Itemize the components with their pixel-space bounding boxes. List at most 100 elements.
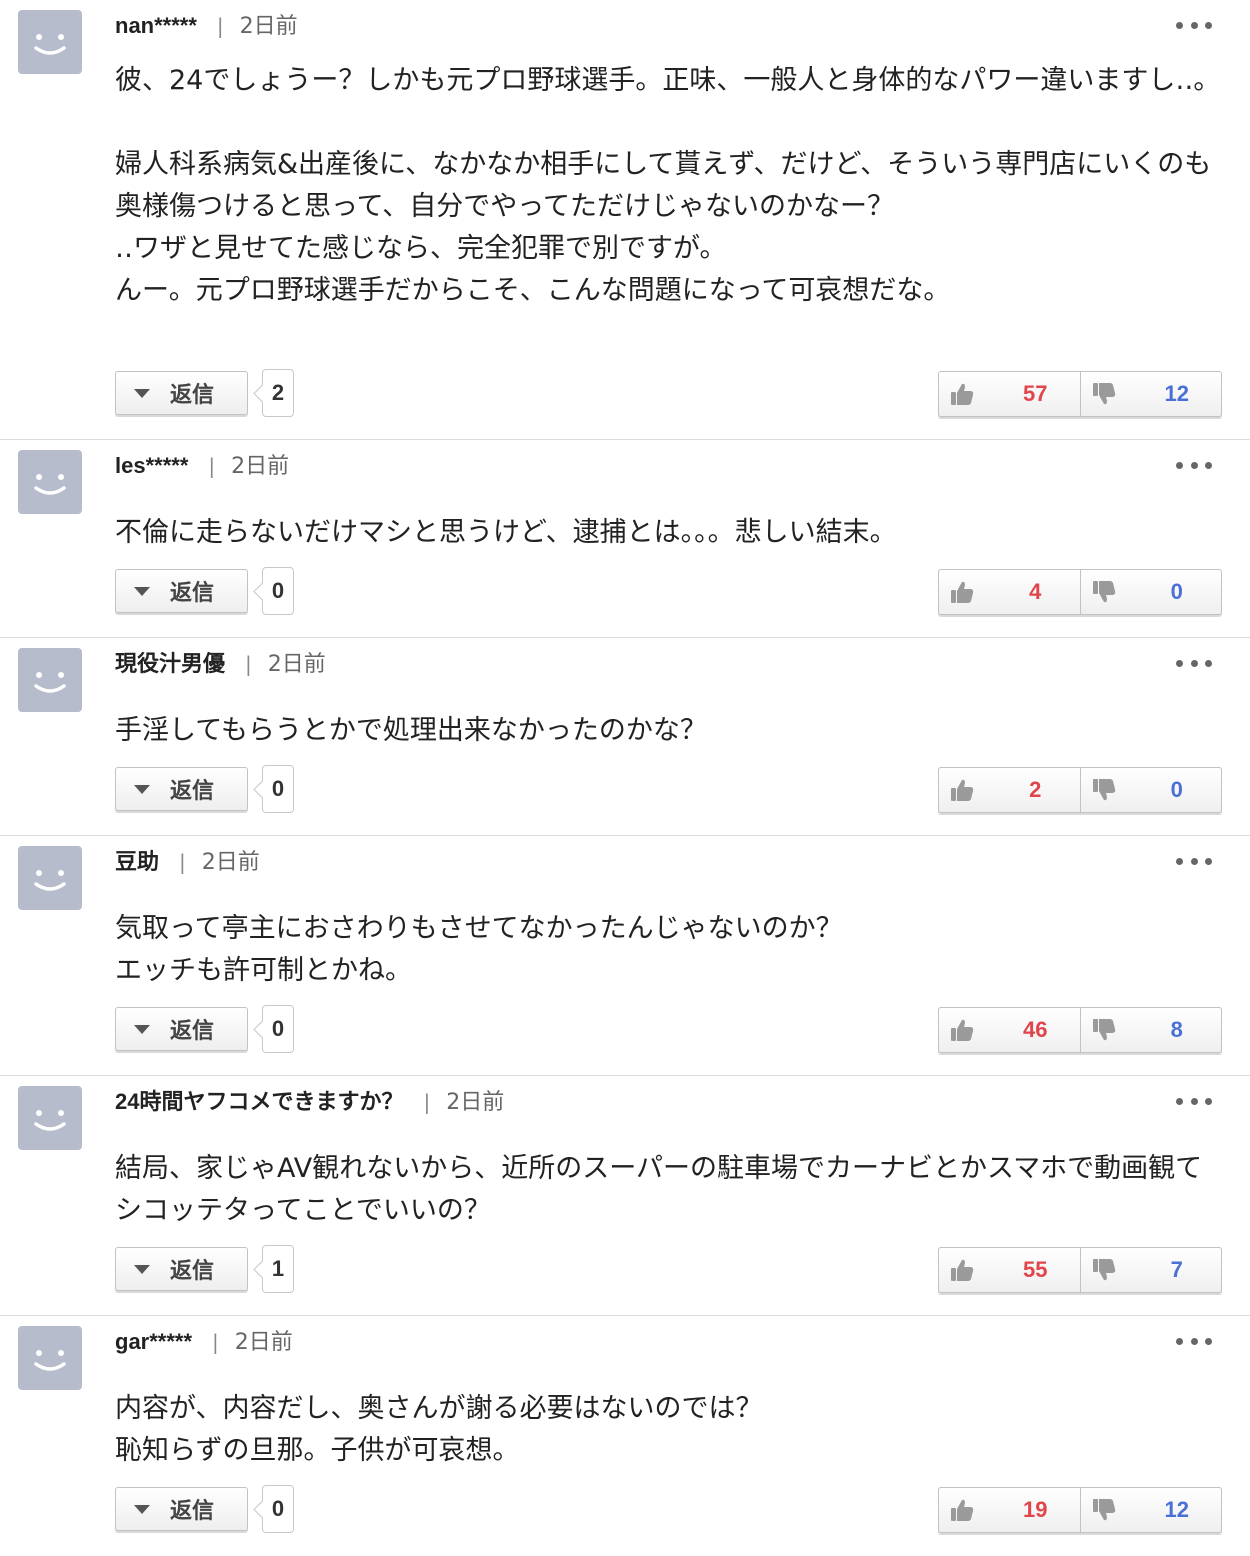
username[interactable]: 豆助 <box>115 849 159 874</box>
dislike-count: 7 <box>1170 1257 1183 1282</box>
triangle-down-icon <box>134 1504 150 1514</box>
ellipsis-dot <box>1190 857 1198 865</box>
meta-divider: | <box>208 454 216 478</box>
reply-count-badge: 1 <box>262 1245 294 1293</box>
dislike-button[interactable]: 0 <box>1079 768 1222 812</box>
username[interactable]: 24時間ヤフコメできますか？ <box>115 1089 403 1114</box>
smiley-avatar-icon <box>34 474 66 495</box>
ellipsis-icon <box>1176 1097 1183 1105</box>
thumbs-up-icon <box>951 383 974 405</box>
ellipsis-icon <box>1176 659 1183 667</box>
timestamp: 2日前 <box>234 1330 293 1355</box>
more-menu-button[interactable] <box>1176 15 1212 35</box>
vote-buttons: 46 8 <box>938 1007 1222 1053</box>
like-count: 57 <box>1023 381 1048 406</box>
ellipsis-icon <box>1176 21 1183 29</box>
triangle-down-icon <box>134 1264 150 1274</box>
dislike-count: 12 <box>1164 381 1189 406</box>
user-avatar[interactable] <box>18 1086 82 1150</box>
ellipsis-dot <box>1190 461 1198 469</box>
comment-text: 気取って亭主におさわりもさせてなかったんじゃないのか？ エッチも許可制とかね。 <box>115 913 843 986</box>
reply-label: 返信 <box>170 581 215 606</box>
username[interactable]: gar***** <box>115 1329 192 1354</box>
comment-item: 豆助 | 2日前 気取って亭主におさわりもさせてなかったんじゃないのか？ エッチも許… <box>0 836 1250 1076</box>
like-count: 4 <box>1029 579 1042 604</box>
reply-toggle-button[interactable]: 返信 <box>115 569 248 613</box>
dislike-button[interactable]: 0 <box>1079 570 1222 614</box>
user-avatar[interactable] <box>18 846 82 910</box>
more-menu-button[interactable] <box>1176 1091 1212 1111</box>
user-avatar[interactable] <box>18 1326 82 1390</box>
ellipsis-dot <box>1205 659 1212 667</box>
like-button[interactable]: 57 <box>939 372 1080 416</box>
comment-meta: les***** | 2日前 <box>115 451 289 481</box>
reply-toggle-button[interactable]: 返信 <box>115 767 248 811</box>
dislike-count: 0 <box>1170 777 1183 802</box>
ellipsis-icon <box>1176 1337 1183 1345</box>
triangle-down-icon <box>134 784 150 794</box>
like-button[interactable]: 19 <box>939 1488 1080 1532</box>
timestamp: 2日前 <box>446 1090 505 1115</box>
triangle-down-icon <box>134 388 150 398</box>
like-button[interactable]: 2 <box>939 768 1080 812</box>
user-avatar[interactable] <box>18 10 82 74</box>
more-menu-button[interactable] <box>1176 455 1212 475</box>
reply-count-badge: 0 <box>262 765 294 813</box>
reply-label: 返信 <box>170 383 215 408</box>
meta-divider: | <box>216 14 224 38</box>
dislike-button[interactable]: 12 <box>1079 372 1222 416</box>
dislike-button[interactable]: 8 <box>1079 1008 1222 1052</box>
dislike-count: 8 <box>1170 1017 1183 1042</box>
comment-meta: 現役汁男優 | 2日前 <box>115 649 326 679</box>
like-button[interactable]: 4 <box>939 570 1080 614</box>
like-button[interactable]: 46 <box>939 1008 1080 1052</box>
username[interactable]: 現役汁男優 <box>115 651 225 676</box>
reply-toggle-button[interactable]: 返信 <box>115 371 248 415</box>
reply-toggle-button[interactable]: 返信 <box>115 1247 248 1291</box>
ellipsis-dot <box>1190 1097 1198 1105</box>
ellipsis-icon <box>1176 461 1183 469</box>
vote-buttons: 4 0 <box>938 569 1222 615</box>
ellipsis-dot <box>1190 1337 1198 1345</box>
user-avatar[interactable] <box>18 450 82 514</box>
meta-divider: | <box>245 652 252 676</box>
like-count: 2 <box>1029 777 1042 802</box>
comment-text: 不倫に走らないだけマシと思うけど、逮捕とは。。。悲しい結末。 <box>115 517 897 548</box>
username[interactable]: nan***** <box>115 13 197 38</box>
ellipsis-dot <box>1205 1337 1212 1345</box>
comment-meta: 豆助 | 2日前 <box>115 847 260 877</box>
smiley-avatar-icon <box>34 870 66 891</box>
meta-divider: | <box>179 850 186 874</box>
dislike-button[interactable]: 12 <box>1079 1488 1222 1532</box>
ellipsis-icon <box>1176 857 1183 865</box>
thumbs-up-icon <box>951 1499 974 1521</box>
thumbs-down-icon <box>1092 1019 1115 1041</box>
thumbs-down-icon <box>1092 1499 1115 1521</box>
like-button[interactable]: 55 <box>939 1248 1080 1292</box>
more-menu-button[interactable] <box>1176 1331 1212 1351</box>
ellipsis-dot <box>1205 857 1212 865</box>
vote-buttons: 2 0 <box>938 767 1222 813</box>
username[interactable]: les***** <box>115 453 188 478</box>
ellipsis-dot <box>1205 21 1212 29</box>
dislike-button[interactable]: 7 <box>1079 1248 1222 1292</box>
comment-text: 彼、24でしょうー？しかも元プロ野球選手。正味、一般人と身体的なパワー違いますし… <box>115 65 1221 306</box>
triangle-down-icon <box>134 1024 150 1034</box>
thumbs-up-icon <box>951 1259 974 1281</box>
reply-count-badge: 0 <box>262 567 294 615</box>
reply-toggle-button[interactable]: 返信 <box>115 1487 248 1531</box>
meta-divider: | <box>212 1330 219 1354</box>
reply-label: 返信 <box>170 779 215 804</box>
reply-toggle-button[interactable]: 返信 <box>115 1007 248 1051</box>
comment-item: 現役汁男優 | 2日前 手淫してもらうとかで処理出来なかったのかな？ 返信 0 2 <box>0 638 1250 836</box>
more-menu-button[interactable] <box>1176 653 1212 673</box>
vote-buttons: 55 7 <box>938 1247 1222 1293</box>
more-menu-button[interactable] <box>1176 851 1212 871</box>
thumbs-down-icon <box>1092 383 1115 405</box>
vote-buttons: 57 12 <box>938 371 1222 417</box>
thumbs-up-icon <box>951 779 974 801</box>
comment-text: 結局、家じゃAV観れないから、近所のスーパーの駐車場でカーナビとかスマホで動画観… <box>115 1153 1203 1226</box>
timestamp: 2日前 <box>267 652 326 677</box>
thumbs-up-icon <box>951 581 974 603</box>
user-avatar[interactable] <box>18 648 82 712</box>
